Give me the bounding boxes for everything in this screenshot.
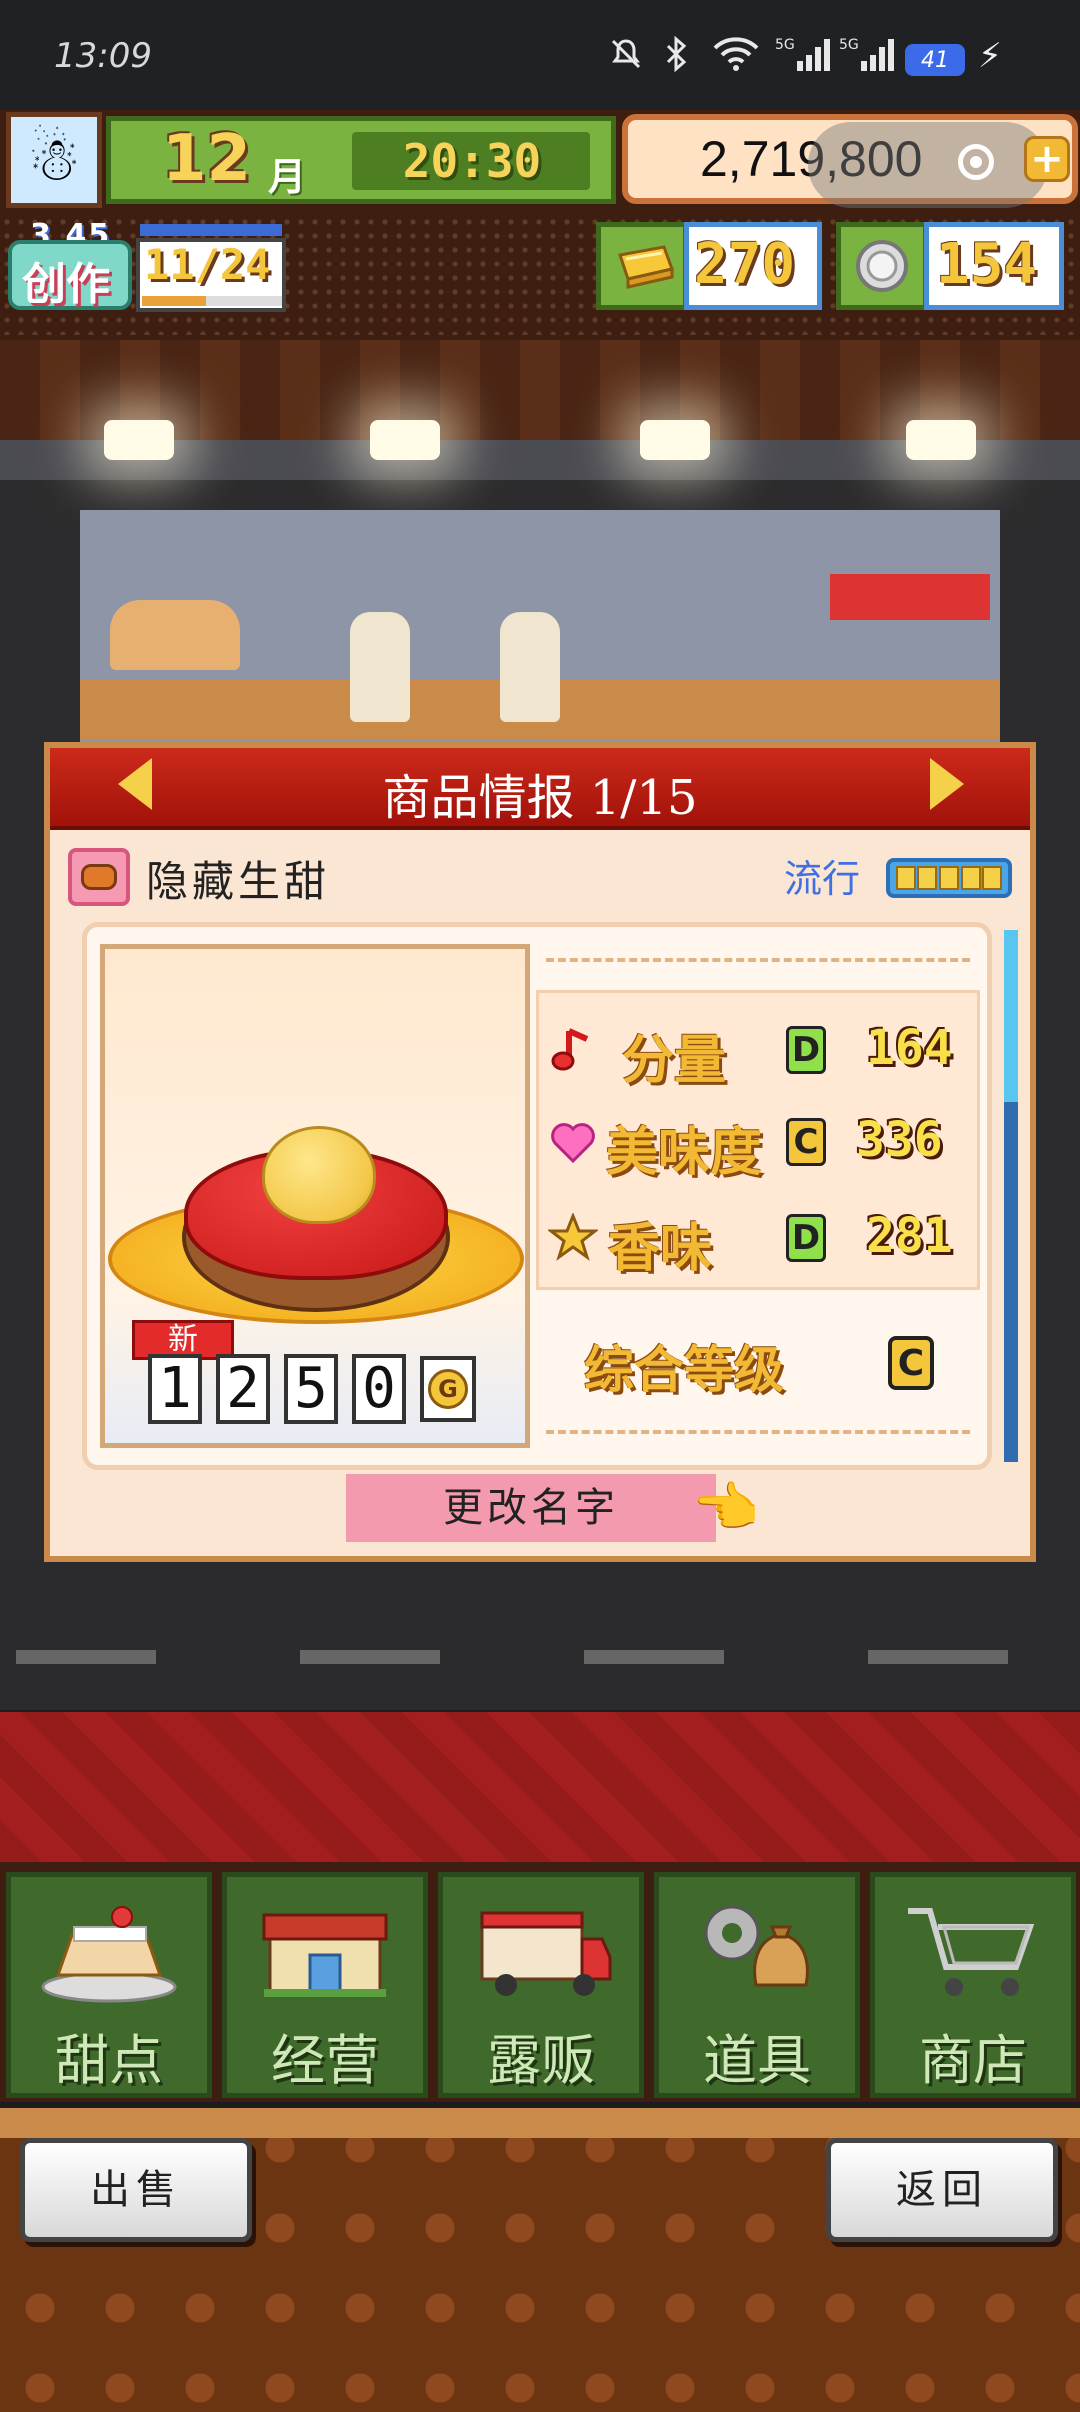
- battery-icon: 41: [905, 44, 965, 76]
- trend-segment: [917, 866, 938, 890]
- menu-label: 商店: [919, 2029, 1027, 2092]
- price-digit: 0: [352, 1354, 406, 1424]
- shopping-cart-icon: [870, 1890, 1076, 2010]
- create-progress-fill: [142, 296, 207, 306]
- stat-label: 美味度: [606, 1122, 763, 1183]
- dialog-title: 商品情报 1/15: [382, 770, 698, 826]
- stat-value: 281: [866, 1208, 953, 1264]
- create-level-bar: [140, 224, 282, 236]
- menu-label: 露贩: [487, 2029, 595, 2092]
- lamp-icon: [640, 420, 710, 460]
- menu-label: 经营: [271, 2029, 379, 2092]
- staff-character: [500, 612, 560, 722]
- wifi-icon: [708, 34, 764, 74]
- music-note-icon: [548, 1024, 598, 1074]
- pointing-hand-icon: 👈: [692, 1476, 760, 1539]
- menu-label: 道具: [703, 2029, 811, 2092]
- lamp-icon: [906, 420, 976, 460]
- cream-scoop: [262, 1126, 376, 1224]
- month-number: 12: [162, 122, 252, 196]
- tools-bag-icon: [654, 1890, 860, 2010]
- floating-toggle[interactable]: [808, 122, 1048, 208]
- create-count: 11/24: [144, 240, 271, 289]
- toggle-dot-icon[interactable]: [958, 144, 994, 180]
- snowman-avatar-icon[interactable]: ☃: [6, 112, 102, 208]
- bottom-panel-frame: [0, 2108, 1080, 2138]
- donut-category-icon: [68, 848, 130, 906]
- scrollbar-thumb[interactable]: [1004, 930, 1018, 1102]
- gold-coin-icon: G: [420, 1356, 476, 1422]
- road-marking: [300, 1650, 440, 1664]
- price-digit: 2: [216, 1354, 270, 1424]
- road-marking: [584, 1650, 724, 1664]
- back-button[interactable]: 返回: [826, 2138, 1058, 2242]
- trend-segment: [938, 866, 959, 890]
- gold-bar-count: 270: [694, 232, 796, 297]
- trend-segment: [960, 866, 981, 890]
- svg-text:5G: 5G: [839, 37, 859, 53]
- trend-meter: [886, 858, 1012, 898]
- carpet-band: [0, 1712, 1080, 1862]
- charging-icon: ⚡: [978, 36, 1002, 76]
- product-name: 隐藏生甜: [146, 857, 331, 906]
- lamp-icon: [104, 420, 174, 460]
- bread-icon: [110, 600, 240, 670]
- staff-character: [350, 612, 410, 722]
- medal-count: 154: [936, 232, 1038, 297]
- stat-grade: D: [786, 1026, 826, 1074]
- signal-5g-icon: 5G: [774, 34, 834, 74]
- stat-label: 分量: [622, 1030, 727, 1091]
- bluetooth-icon: [660, 34, 694, 74]
- mute-icon: [604, 34, 648, 74]
- game-clock: 20:30: [402, 134, 542, 188]
- trend-segment: [982, 866, 1003, 890]
- food-truck-icon: [438, 1890, 644, 2010]
- overall-grade-label: 综合等级: [584, 1340, 784, 1399]
- divider: [546, 958, 970, 962]
- divider: [546, 1430, 970, 1434]
- stat-value: 336: [856, 1112, 943, 1168]
- trend-label: 流行: [784, 857, 861, 901]
- road-marking: [16, 1650, 156, 1664]
- create-label: 创作: [22, 259, 110, 310]
- shop-sign: [830, 574, 990, 620]
- price-unit: G: [428, 1369, 468, 1409]
- stat-label: 香味: [608, 1218, 713, 1279]
- road-marking: [868, 1650, 1008, 1664]
- lamp-icon: [370, 420, 440, 460]
- add-money-button[interactable]: +: [1024, 136, 1070, 182]
- stat-value: 164: [866, 1020, 953, 1076]
- medal-icon: [842, 224, 922, 308]
- cake-icon: [6, 1890, 212, 2010]
- status-time: 13:09: [54, 36, 152, 76]
- heart-icon: [548, 1118, 598, 1168]
- shop-icon: [222, 1890, 428, 2010]
- rename-button[interactable]: 更改名字: [346, 1474, 716, 1542]
- street: [0, 1560, 1080, 1710]
- sell-button[interactable]: 出售: [20, 2138, 252, 2242]
- month-unit: 月: [268, 155, 307, 199]
- signal-5g-icon-2: 5G: [838, 34, 898, 74]
- trend-segment: [895, 866, 916, 890]
- price-digit: 5: [284, 1354, 338, 1424]
- star-icon: [548, 1212, 598, 1262]
- price-digit: 1: [148, 1354, 202, 1424]
- overall-grade: C: [888, 1336, 934, 1390]
- stat-grade: C: [786, 1118, 826, 1166]
- svg-text:5G: 5G: [775, 37, 795, 53]
- menu-label: 甜点: [55, 2029, 163, 2092]
- stat-grade: D: [786, 1214, 826, 1262]
- gold-bar-icon: [602, 224, 682, 308]
